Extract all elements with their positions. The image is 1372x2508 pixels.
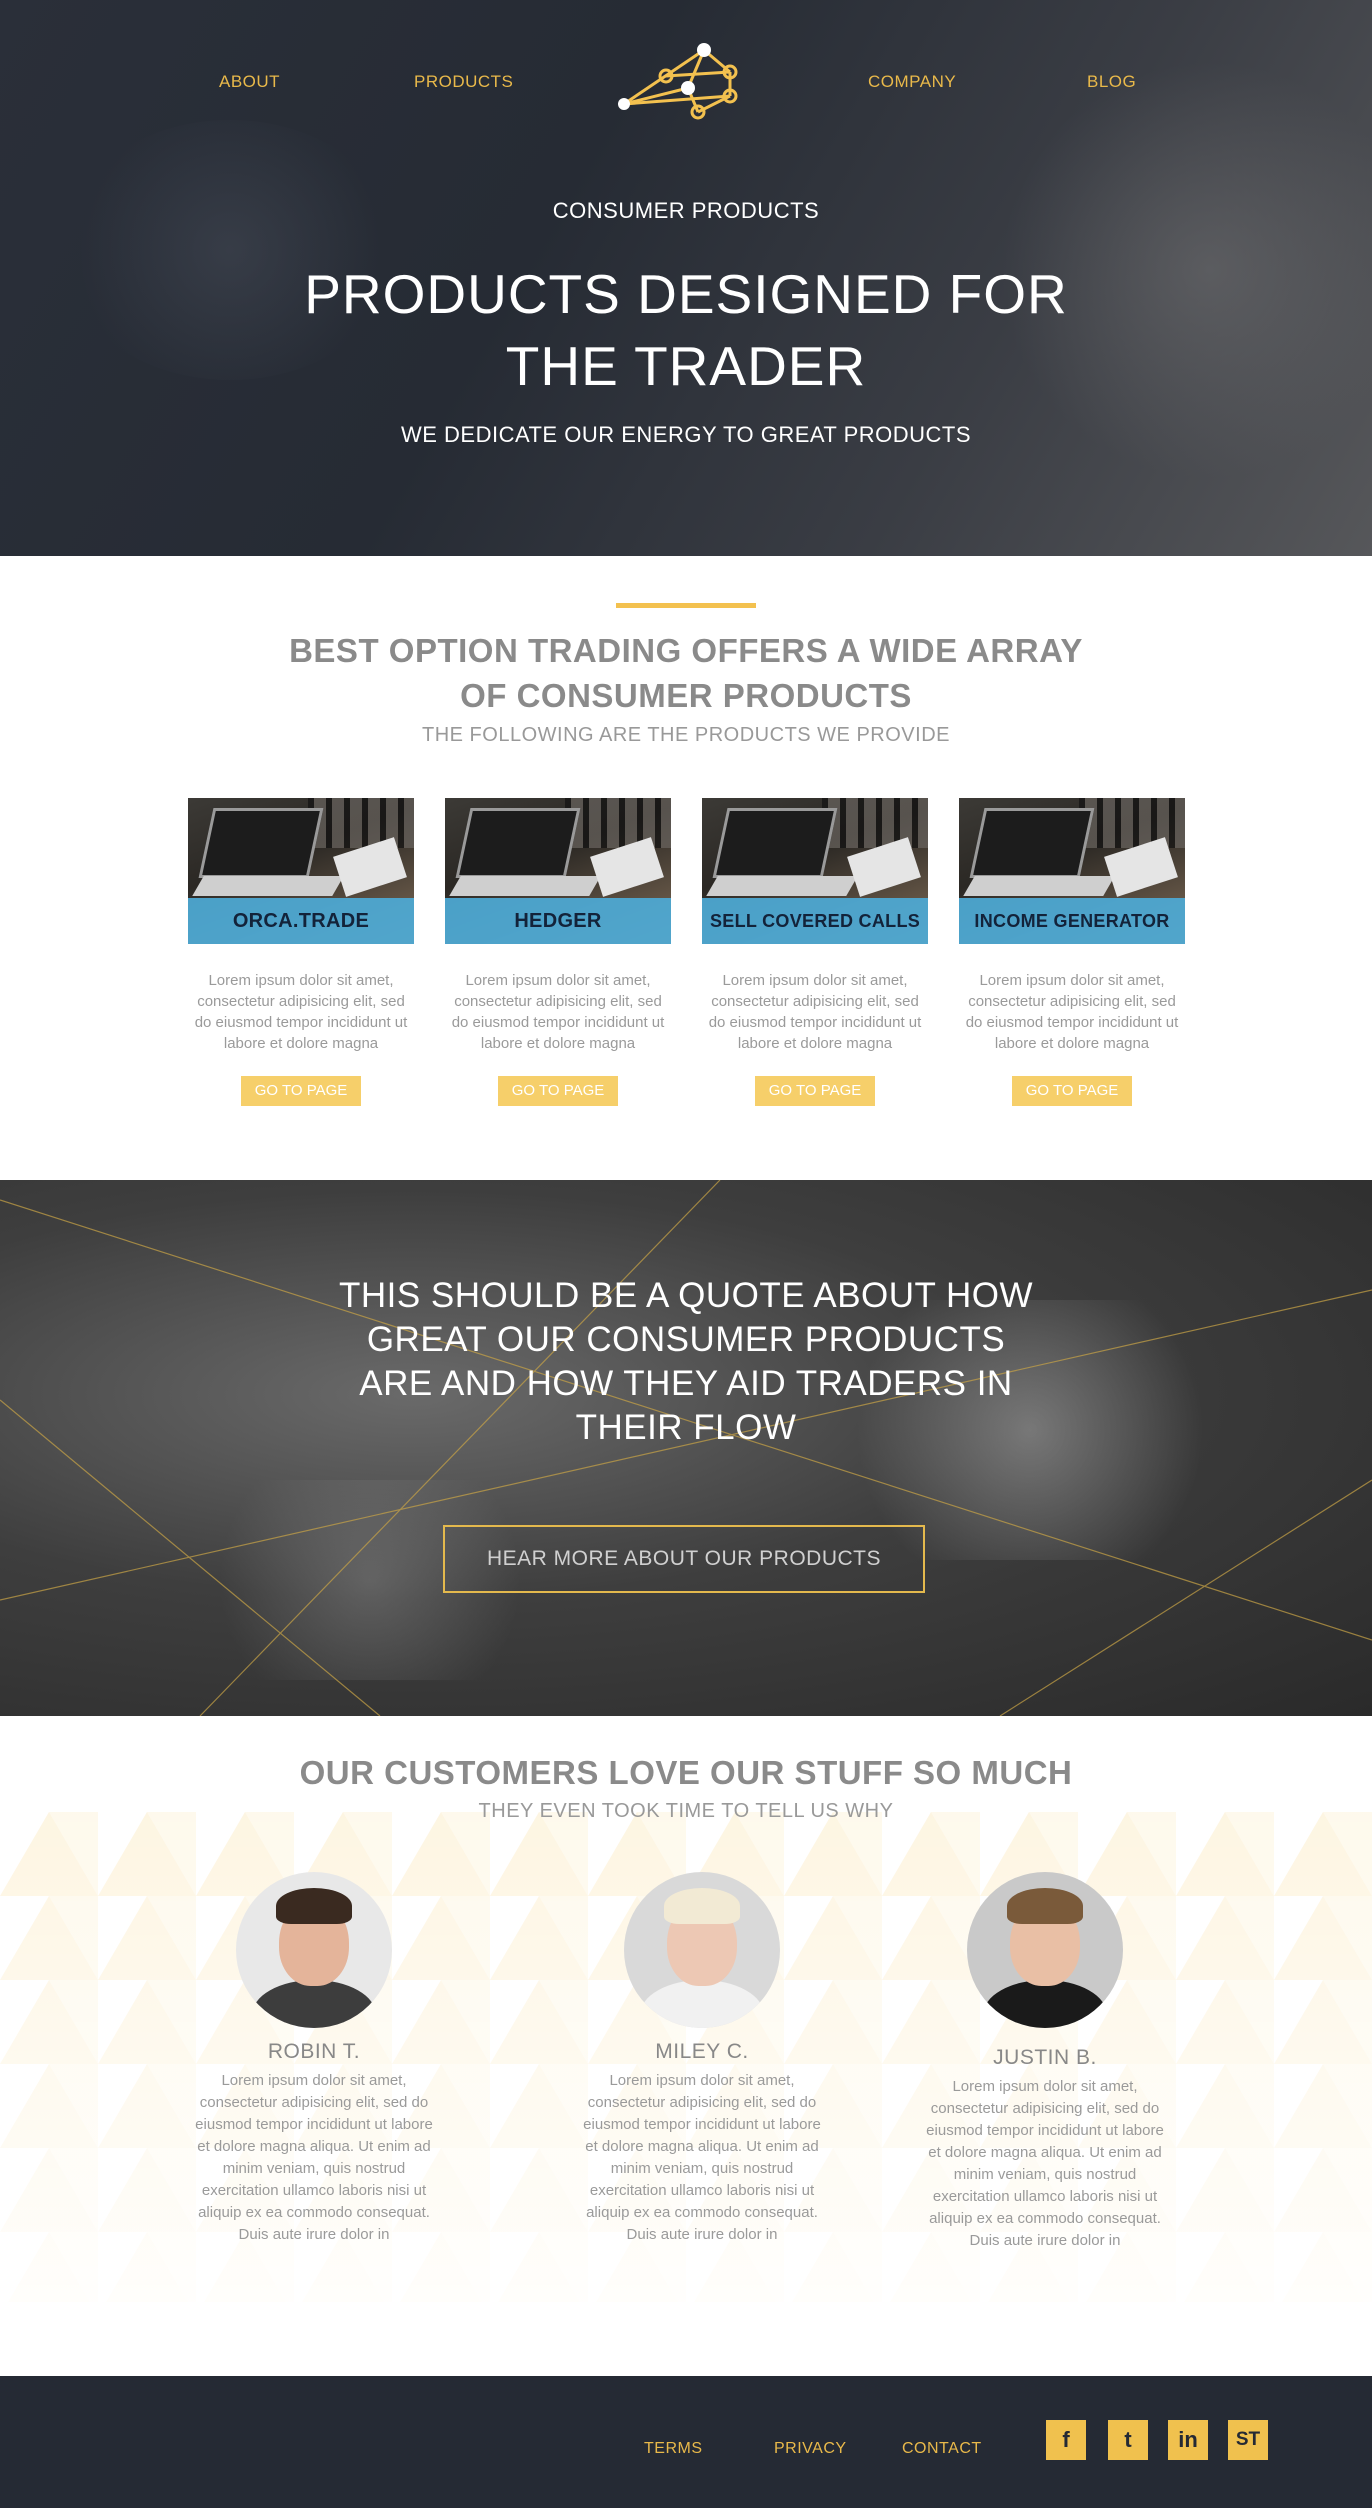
twitter-icon[interactable]: t <box>1108 2420 1148 2460</box>
testimonial-name: ROBIN T. <box>267 2040 361 2063</box>
testimonial-text: Lorem ipsum dolor sit amet, consectetur … <box>583 2072 821 2243</box>
testimonial-name: MILEY C. <box>655 2040 749 2063</box>
product-image: HEDGER <box>445 798 671 944</box>
go-to-page-button[interactable]: GO TO PAGE <box>755 1076 875 1106</box>
st-icon[interactable]: ST <box>1228 2420 1268 2460</box>
testimonial-card: JUSTIN B. Lorem ipsum dolor sit amet, co… <box>923 1872 1167 2252</box>
product-name: HEDGER <box>445 898 671 944</box>
nav-about[interactable]: ABOUT <box>219 72 280 92</box>
section-divider <box>616 603 756 608</box>
product-card: INCOME GENERATOR Lorem ipsum dolor sit a… <box>959 798 1185 1106</box>
go-to-page-button[interactable]: GO TO PAGE <box>498 1076 618 1106</box>
products-title: BEST OPTION TRADING OFFERS A WIDE ARRAY … <box>289 632 1083 714</box>
hear-more-button[interactable]: HEAR MORE ABOUT OUR PRODUCTS <box>443 1525 925 1593</box>
testimonial-card: ROBIN T. Lorem ipsum dolor sit amet, con… <box>192 1872 436 2246</box>
avatar <box>624 1872 780 2028</box>
product-name: SELL COVERED CALLS <box>702 898 928 944</box>
products-subtitle: THE FOLLOWING ARE THE PRODUCTS WE PROVID… <box>422 724 950 746</box>
product-description: Lorem ipsum dolor sit amet, consectetur … <box>965 972 1179 1052</box>
avatar <box>967 1872 1123 2028</box>
product-image: INCOME GENERATOR <box>959 798 1185 944</box>
footer-terms-link[interactable]: TERMS <box>644 2440 703 2458</box>
logo-icon[interactable] <box>614 36 756 120</box>
testimonials-subtitle: THEY EVEN TOOK TIME TO TELL US WHY <box>478 1800 894 1822</box>
testimonial-name: JUSTIN B. <box>993 2046 1097 2069</box>
avatar <box>236 1872 392 2028</box>
hero-subtitle: WE DEDICATE OUR ENERGY TO GREAT PRODUCTS <box>400 422 972 447</box>
testimonials-title: OUR CUSTOMERS LOVE OUR STUFF SO MUCH <box>299 1754 1073 1791</box>
go-to-page-button[interactable]: GO TO PAGE <box>241 1076 361 1106</box>
testimonial-text: Lorem ipsum dolor sit amet, consectetur … <box>195 2072 433 2243</box>
product-description: Lorem ipsum dolor sit amet, consectetur … <box>708 972 922 1052</box>
nav-company[interactable]: COMPANY <box>868 72 956 92</box>
product-image: ORCA.TRADE <box>188 798 414 944</box>
hero-kicker: CONSUMER PRODUCTS <box>552 198 820 223</box>
product-description: Lorem ipsum dolor sit amet, consectetur … <box>194 972 408 1052</box>
product-name: ORCA.TRADE <box>188 898 414 944</box>
testimonial-text: Lorem ipsum dolor sit amet, consectetur … <box>926 2078 1164 2249</box>
nav-blog[interactable]: BLOG <box>1087 72 1136 92</box>
testimonial-card: MILEY C. Lorem ipsum dolor sit amet, con… <box>580 1872 824 2246</box>
product-image: SELL COVERED CALLS <box>702 798 928 944</box>
testimonials-section: OUR CUSTOMERS LOVE OUR STUFF SO MUCH THE… <box>0 1716 1372 2376</box>
nav-products[interactable]: PRODUCTS <box>414 72 513 92</box>
footer-privacy-link[interactable]: PRIVACY <box>774 2440 847 2458</box>
go-to-page-button[interactable]: GO TO PAGE <box>1012 1076 1132 1106</box>
product-card: ORCA.TRADE Lorem ipsum dolor sit amet, c… <box>188 798 414 1106</box>
facebook-icon[interactable]: f <box>1046 2420 1086 2460</box>
linkedin-icon[interactable]: in <box>1168 2420 1208 2460</box>
hero-title: PRODUCTS DESIGNED FOR THE TRADER <box>304 263 1068 397</box>
product-card: HEDGER Lorem ipsum dolor sit amet, conse… <box>445 798 671 1106</box>
quote-section: THIS SHOULD BE A QUOTE ABOUT HOW GREAT O… <box>0 1180 1372 1716</box>
footer: TERMS PRIVACY CONTACT f t in ST <box>0 2376 1372 2508</box>
product-description: Lorem ipsum dolor sit amet, consectetur … <box>451 972 665 1052</box>
quote-text: THIS SHOULD BE A QUOTE ABOUT HOW GREAT O… <box>338 1276 1034 1447</box>
product-card: SELL COVERED CALLS Lorem ipsum dolor sit… <box>702 798 928 1106</box>
footer-contact-link[interactable]: CONTACT <box>902 2440 982 2458</box>
hero-section: ABOUT PRODUCTS COMPANY BLOG CONSUMER PRO… <box>0 0 1372 556</box>
product-name: INCOME GENERATOR <box>959 898 1185 944</box>
